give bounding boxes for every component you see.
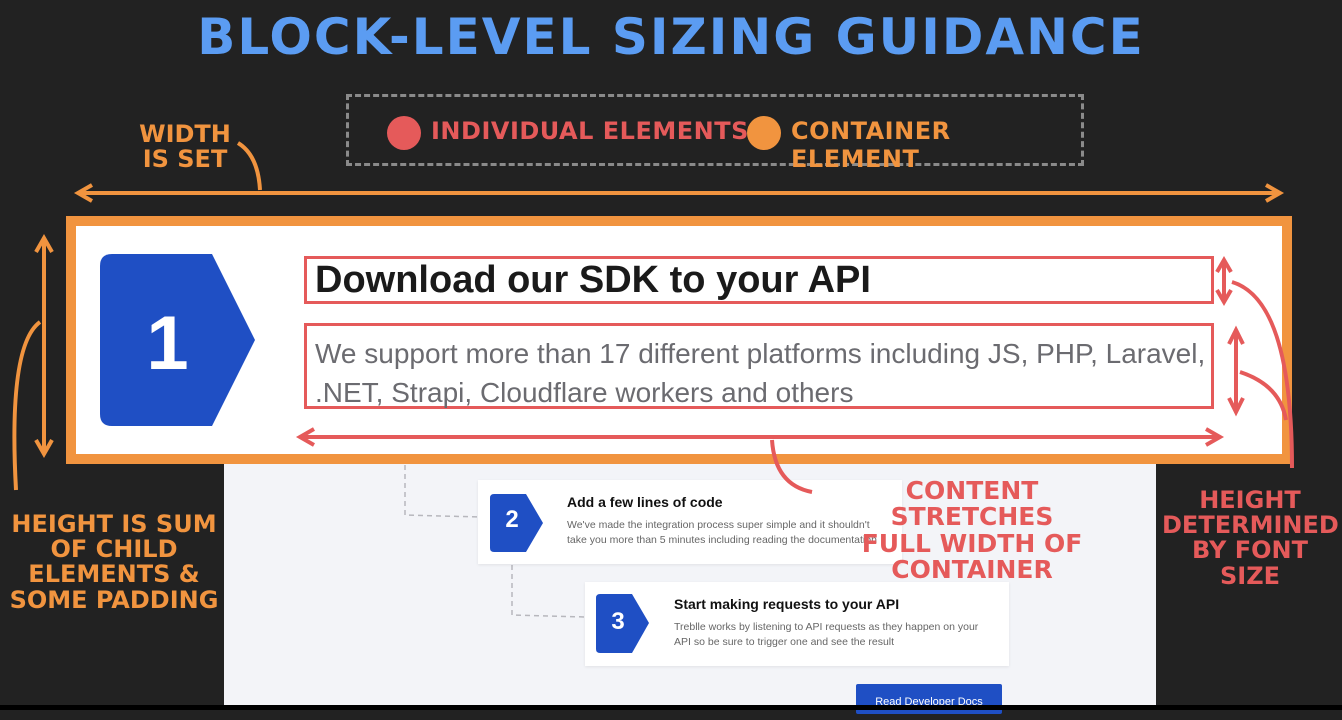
annotation-width-set: WIDTH IS SET — [130, 120, 240, 174]
bottom-bar — [0, 705, 1342, 710]
annotation-height-font: HEIGHT DETERMINED BY FONT SIZE — [1162, 486, 1339, 590]
annotation-height-sum-line-3: ELEMENTS & — [28, 560, 200, 589]
annotation-content-line-3: CONTAINER — [891, 554, 1053, 584]
annotation-width-line-2: IS SET — [142, 145, 228, 174]
annotation-height-sum-line-1: HEIGHT IS SUM — [11, 510, 217, 538]
annotation-content-line-1: CONTENT STRETCHES — [890, 476, 1054, 532]
annotation-height-sum-line-2: OF CHILD — [50, 535, 178, 564]
annotation-content-line-2: FULL WIDTH OF — [861, 528, 1083, 558]
annotation-font-line-3: BY FONT SIZE — [1192, 536, 1308, 590]
annotation-font-line-2: DETERMINED — [1162, 511, 1339, 540]
annotation-font-line-1: HEIGHT — [1199, 486, 1301, 514]
annotation-width-line-1: WIDTH — [139, 120, 231, 148]
annotation-content-stretches: CONTENT STRETCHES FULL WIDTH OF CONTAINE… — [836, 476, 1108, 584]
annotation-height-sum: HEIGHT IS SUM OF CHILD ELEMENTS & SOME P… — [8, 510, 220, 614]
annotation-height-sum-line-4: SOME PADDING — [9, 585, 219, 614]
